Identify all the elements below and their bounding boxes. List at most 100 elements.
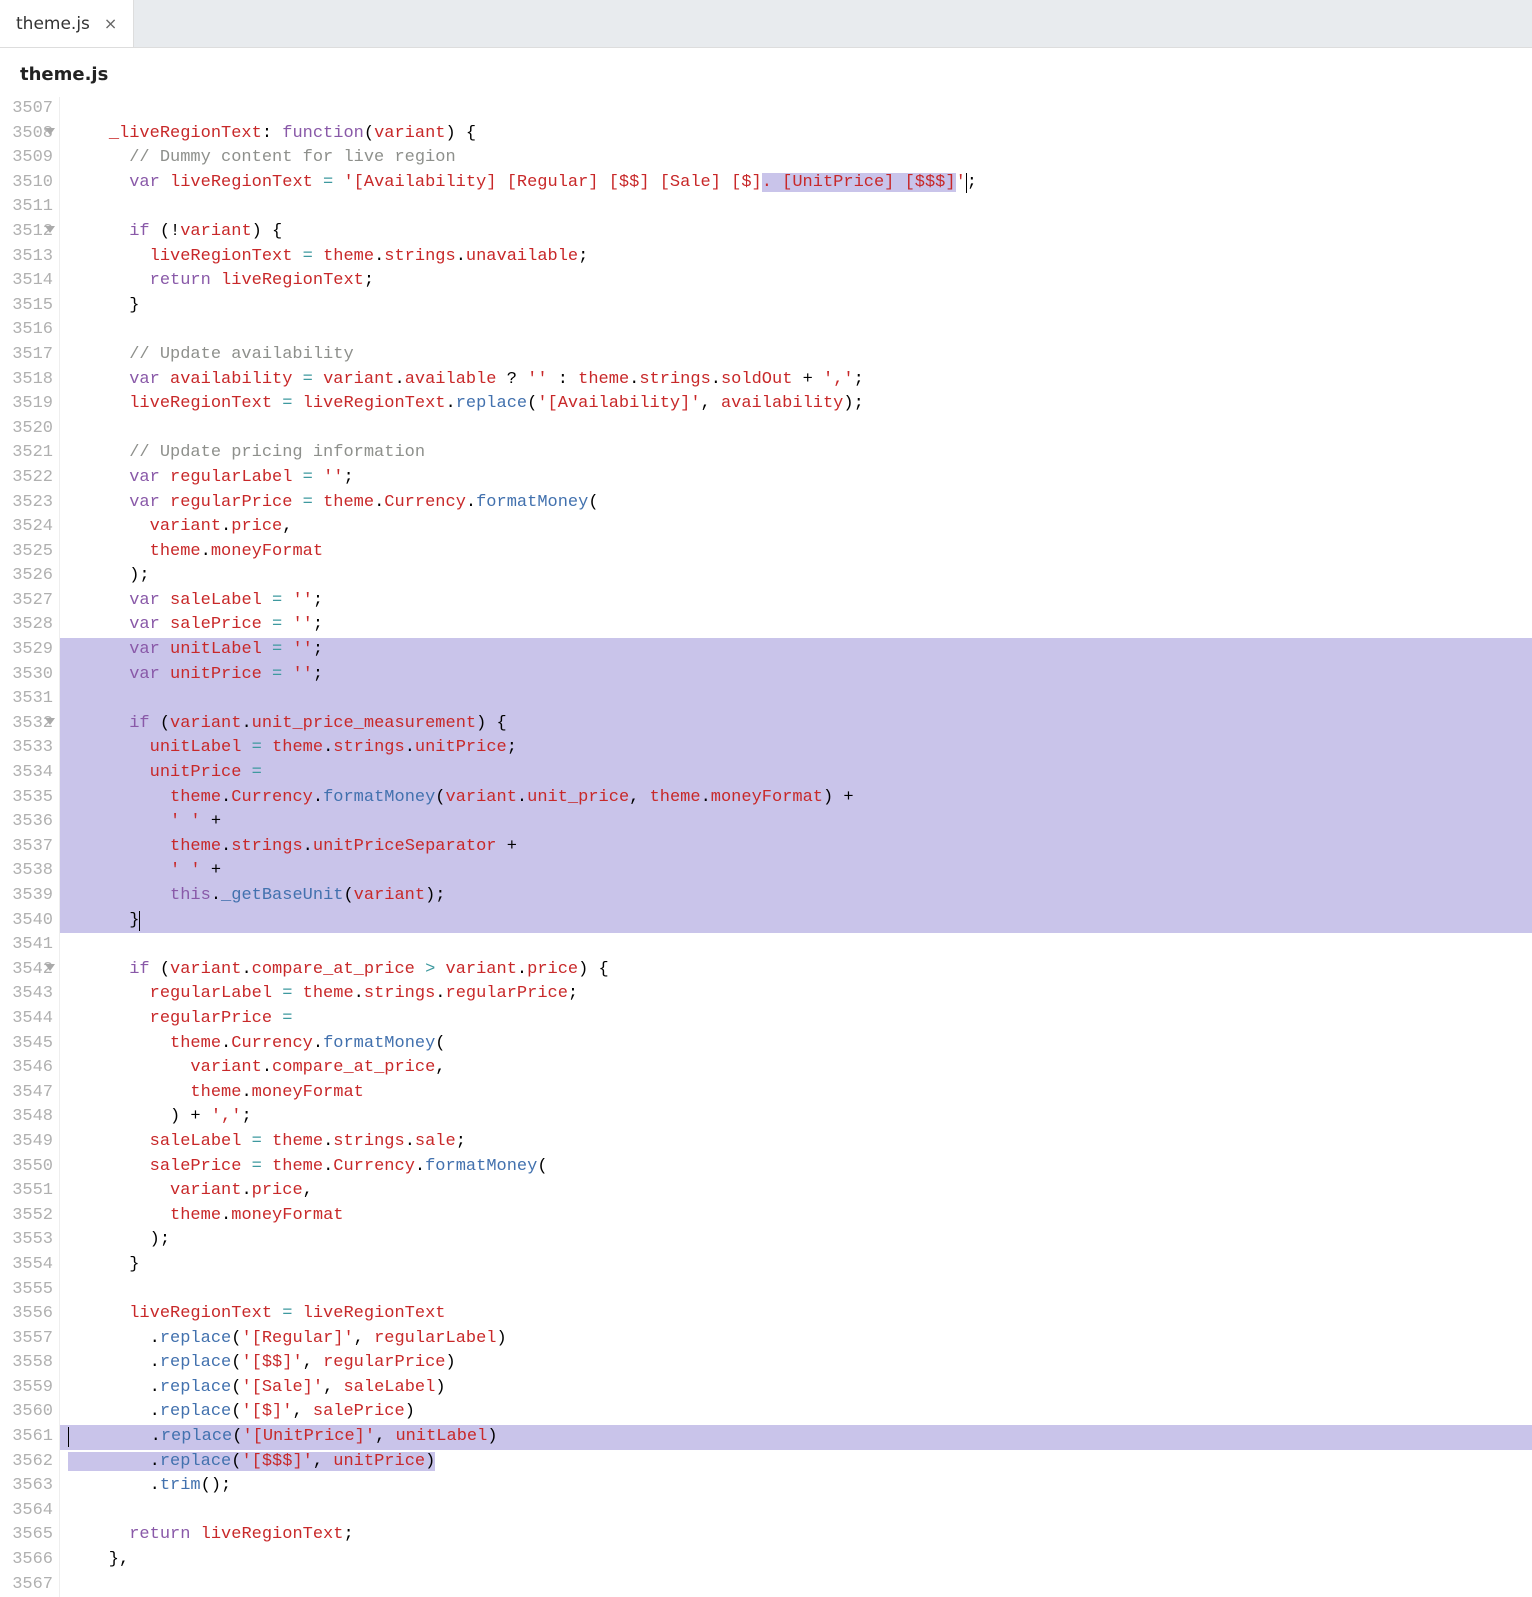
line-number: 3564 (0, 1499, 53, 1524)
code-line[interactable]: .replace('[$$]', regularPrice) (60, 1351, 1532, 1376)
line-number: 3524 (0, 515, 53, 540)
code-line[interactable] (60, 1573, 1532, 1597)
code-editor[interactable]: 3507350835093510351135123513351435153516… (0, 97, 1532, 1597)
code-line[interactable]: var liveRegionText = '[Availability] [Re… (60, 171, 1532, 196)
fold-icon[interactable] (45, 128, 55, 135)
code-line[interactable]: var unitLabel = ''; (60, 638, 1532, 663)
line-number: 3533 (0, 736, 53, 761)
code-line[interactable]: // Dummy content for live region (60, 146, 1532, 171)
code-line[interactable]: .replace('[Sale]', saleLabel) (60, 1376, 1532, 1401)
line-number: 3526 (0, 564, 53, 589)
line-number: 3560 (0, 1400, 53, 1425)
code-line[interactable]: if (variant.unit_price_measurement) { (60, 712, 1532, 737)
code-line[interactable]: .trim(); (60, 1474, 1532, 1499)
code-line[interactable]: ); (60, 1228, 1532, 1253)
code-line[interactable]: // Update pricing information (60, 441, 1532, 466)
code-line[interactable]: theme.moneyFormat (60, 1204, 1532, 1229)
code-line[interactable]: theme.Currency.formatMoney(variant.unit_… (60, 786, 1532, 811)
line-number: 3552 (0, 1204, 53, 1229)
line-number: 3561 (0, 1425, 53, 1450)
line-number: 3511 (0, 195, 53, 220)
line-number: 3558 (0, 1351, 53, 1376)
line-number: 3517 (0, 343, 53, 368)
code-line[interactable]: var availability = variant.available ? '… (60, 368, 1532, 393)
line-number: 3543 (0, 982, 53, 1007)
line-number: 3527 (0, 589, 53, 614)
line-number: 3529 (0, 638, 53, 663)
code-line[interactable]: } (60, 294, 1532, 319)
line-number: 3538 (0, 859, 53, 884)
fold-icon[interactable] (45, 964, 55, 971)
code-line[interactable]: .replace('[UnitPrice]', unitLabel) (60, 1425, 1532, 1450)
code-line[interactable]: var regularLabel = ''; (60, 466, 1532, 491)
code-line[interactable]: ) + ','; (60, 1105, 1532, 1130)
code-line[interactable]: theme.strings.unitPriceSeparator + (60, 835, 1532, 860)
code-line[interactable]: variant.compare_at_price, (60, 1056, 1532, 1081)
tab-theme-js[interactable]: theme.js × (0, 0, 134, 47)
code-line[interactable]: if (variant.compare_at_price > variant.p… (60, 958, 1532, 983)
line-number: 3559 (0, 1376, 53, 1401)
line-number: 3542 (0, 958, 53, 983)
line-number: 3566 (0, 1548, 53, 1573)
fold-icon[interactable] (45, 718, 55, 725)
line-number: 3554 (0, 1253, 53, 1278)
code-line[interactable]: return liveRegionText; (60, 269, 1532, 294)
line-number: 3534 (0, 761, 53, 786)
line-number: 3520 (0, 417, 53, 442)
fold-icon[interactable] (45, 226, 55, 233)
code-line[interactable]: var saleLabel = ''; (60, 589, 1532, 614)
close-icon[interactable]: × (104, 14, 117, 33)
code-line[interactable]: var unitPrice = ''; (60, 663, 1532, 688)
code-line[interactable]: variant.price, (60, 515, 1532, 540)
code-line[interactable]: unitPrice = (60, 761, 1532, 786)
code-line[interactable] (60, 417, 1532, 442)
line-number: 3514 (0, 269, 53, 294)
code-line[interactable] (60, 318, 1532, 343)
code-line[interactable] (60, 687, 1532, 712)
code-line[interactable]: ' ' + (60, 859, 1532, 884)
tab-bar: theme.js × (0, 0, 1532, 48)
line-number: 3544 (0, 1007, 53, 1032)
code-line[interactable]: } (60, 1253, 1532, 1278)
line-number: 3536 (0, 810, 53, 835)
code-line[interactable]: .replace('[Regular]', regularLabel) (60, 1327, 1532, 1352)
code-line[interactable]: _liveRegionText: function(variant) { (60, 122, 1532, 147)
code-line[interactable]: // Update availability (60, 343, 1532, 368)
code-line[interactable] (60, 1499, 1532, 1524)
code-content[interactable]: _liveRegionText: function(variant) { // … (60, 97, 1532, 1597)
code-line[interactable]: theme.moneyFormat (60, 540, 1532, 565)
code-line[interactable]: .replace('[$$$]', unitPrice) (60, 1450, 1532, 1475)
code-line[interactable]: this._getBaseUnit(variant); (60, 884, 1532, 909)
code-line[interactable]: saleLabel = theme.strings.sale; (60, 1130, 1532, 1155)
code-line[interactable]: liveRegionText = liveRegionText (60, 1302, 1532, 1327)
code-line[interactable]: salePrice = theme.Currency.formatMoney( (60, 1155, 1532, 1180)
line-number: 3547 (0, 1081, 53, 1106)
line-number: 3509 (0, 146, 53, 171)
code-line[interactable]: theme.moneyFormat (60, 1081, 1532, 1106)
code-line[interactable]: theme.Currency.formatMoney( (60, 1032, 1532, 1057)
code-line[interactable] (60, 97, 1532, 122)
code-line[interactable]: unitLabel = theme.strings.unitPrice; (60, 736, 1532, 761)
line-number: 3553 (0, 1228, 53, 1253)
code-line[interactable]: regularLabel = theme.strings.regularPric… (60, 982, 1532, 1007)
code-line[interactable]: }, (60, 1548, 1532, 1573)
code-line[interactable]: ); (60, 564, 1532, 589)
code-line[interactable]: if (!variant) { (60, 220, 1532, 245)
code-line[interactable]: variant.price, (60, 1179, 1532, 1204)
code-line[interactable]: ' ' + (60, 810, 1532, 835)
code-line[interactable] (60, 195, 1532, 220)
code-line[interactable]: liveRegionText = theme.strings.unavailab… (60, 245, 1532, 270)
code-line[interactable]: } (60, 909, 1532, 934)
code-line[interactable] (60, 1278, 1532, 1303)
code-line[interactable]: liveRegionText = liveRegionText.replace(… (60, 392, 1532, 417)
code-line[interactable]: .replace('[$]', salePrice) (60, 1400, 1532, 1425)
code-line[interactable] (60, 933, 1532, 958)
line-number: 3510 (0, 171, 53, 196)
line-number: 3562 (0, 1450, 53, 1475)
line-number: 3546 (0, 1056, 53, 1081)
code-line[interactable]: var salePrice = ''; (60, 613, 1532, 638)
code-line[interactable]: return liveRegionText; (60, 1523, 1532, 1548)
code-line[interactable]: var regularPrice = theme.Currency.format… (60, 491, 1532, 516)
code-line[interactable]: regularPrice = (60, 1007, 1532, 1032)
line-number: 3540 (0, 909, 53, 934)
